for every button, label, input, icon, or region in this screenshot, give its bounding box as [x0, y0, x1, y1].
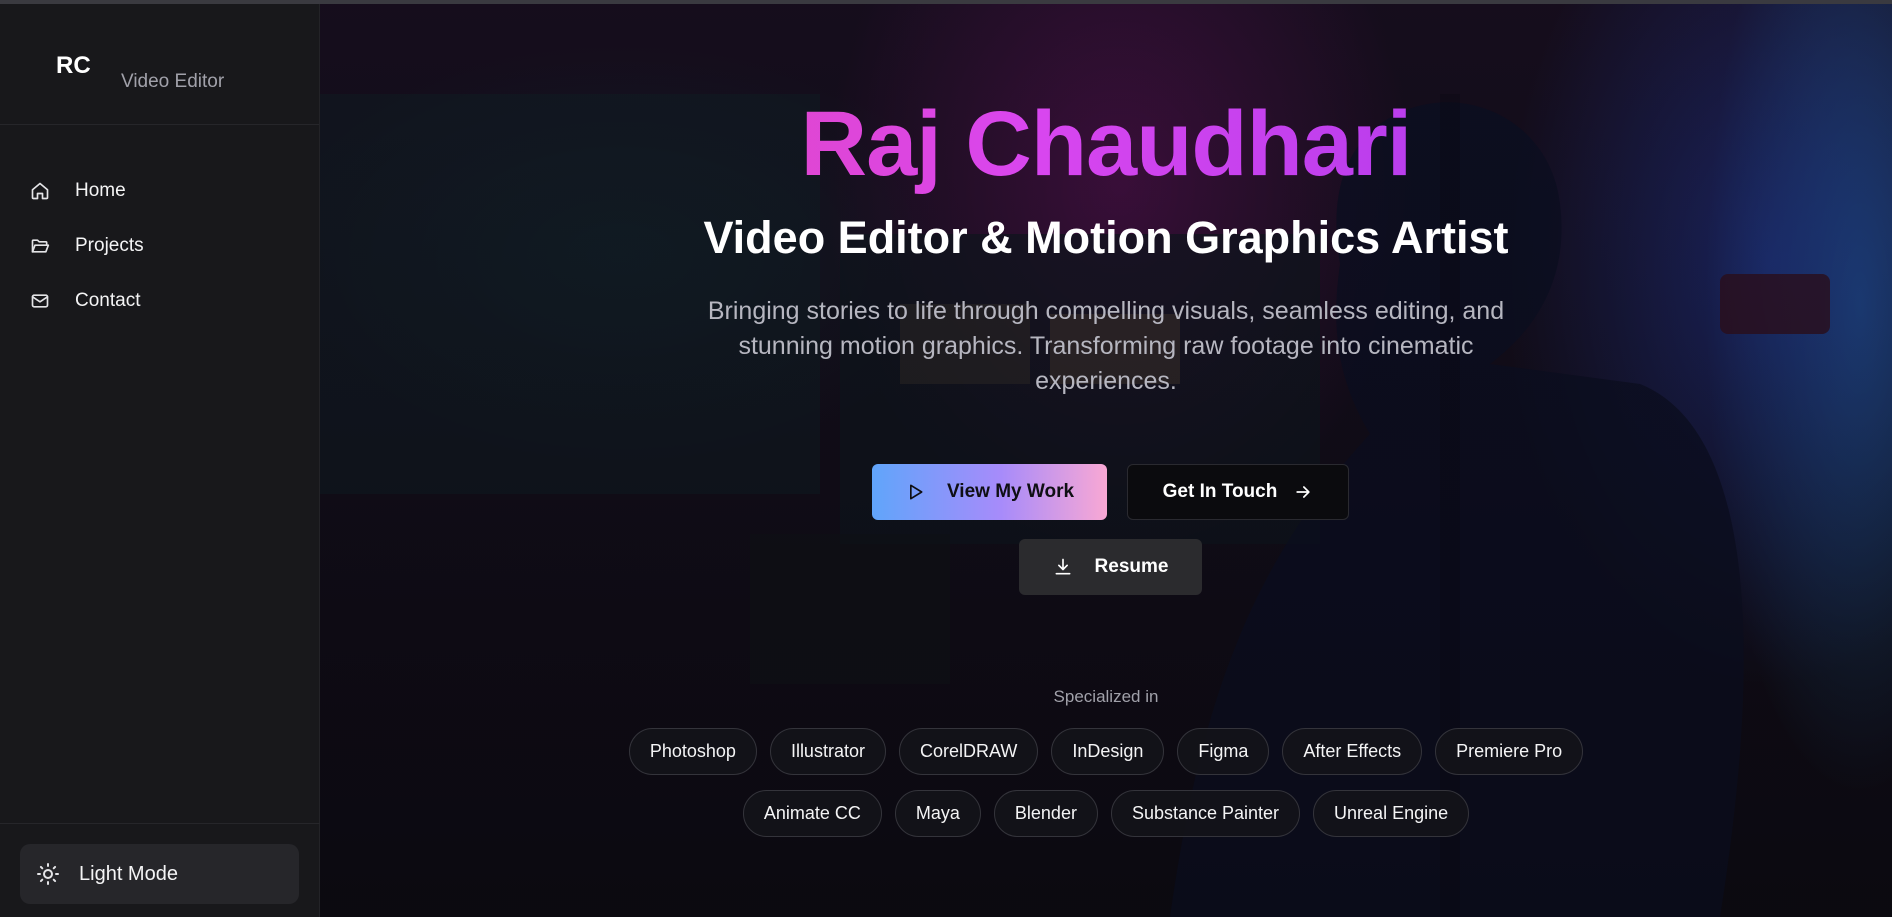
top-border	[0, 0, 1892, 4]
view-my-work-button[interactable]: View My Work	[872, 464, 1107, 520]
brand-logo[interactable]: RC	[56, 52, 91, 80]
sidebar-nav: Home Projects Contact	[0, 125, 319, 328]
sidebar-item-label: Contact	[75, 289, 141, 311]
hero-role: Video Editor & Motion Graphics Artist	[703, 212, 1509, 263]
sidebar-item-contact[interactable]: Contact	[0, 273, 319, 328]
hero-description: Bringing stories to life through compell…	[707, 297, 1505, 395]
skill-pill: Illustrator	[769, 728, 886, 775]
specialized-label: Specialized in	[1053, 687, 1159, 706]
sidebar-item-label: Home	[75, 179, 126, 201]
brand-subtitle: Video Editor	[121, 71, 225, 92]
download-icon	[1053, 557, 1073, 577]
skill-pill: InDesign	[1051, 728, 1165, 775]
sidebar: RC Video Editor Home Projects Contact Li…	[0, 4, 320, 917]
get-in-touch-button[interactable]: Get In Touch	[1127, 464, 1349, 520]
skill-pill: Photoshop	[628, 728, 757, 775]
play-icon	[905, 482, 925, 502]
home-icon	[30, 181, 50, 201]
skills-row-2: Animate CC Maya Blender Substance Painte…	[620, 790, 1592, 837]
skill-pill: Premiere Pro	[1435, 728, 1584, 775]
skill-pill: Blender	[993, 790, 1098, 837]
sidebar-item-projects[interactable]: Projects	[0, 218, 319, 273]
skill-pill: Maya	[894, 790, 981, 837]
resume-label: Resume	[1094, 556, 1169, 577]
hero-name: Raj Chaudhari	[320, 92, 1892, 197]
skill-pill: Substance Painter	[1110, 790, 1301, 837]
get-in-touch-label: Get In Touch	[1162, 481, 1278, 502]
skill-pill: After Effects	[1282, 728, 1423, 775]
sidebar-item-label: Projects	[75, 234, 144, 256]
mail-icon	[30, 291, 50, 311]
arrow-right-icon	[1293, 482, 1313, 502]
resume-button[interactable]: Resume	[1019, 539, 1202, 595]
skill-pill: Animate CC	[742, 790, 882, 837]
skill-pill: CorelDRAW	[898, 728, 1039, 775]
hero-section: Raj Chaudhari Video Editor & Motion Grap…	[320, 4, 1892, 917]
theme-section: Light Mode	[0, 823, 320, 917]
skill-pill: Unreal Engine	[1313, 790, 1470, 837]
theme-toggle-button[interactable]: Light Mode	[20, 844, 299, 904]
skill-pill: Figma	[1177, 728, 1270, 775]
brand: RC Video Editor	[0, 4, 319, 125]
folder-open-icon	[30, 236, 50, 256]
skills-row-1: Photoshop Illustrator CorelDRAW InDesign…	[620, 728, 1592, 775]
sidebar-item-home[interactable]: Home	[0, 163, 319, 218]
theme-toggle-label: Light Mode	[79, 862, 178, 885]
view-my-work-label: View My Work	[946, 481, 1075, 502]
sun-icon	[36, 862, 60, 886]
